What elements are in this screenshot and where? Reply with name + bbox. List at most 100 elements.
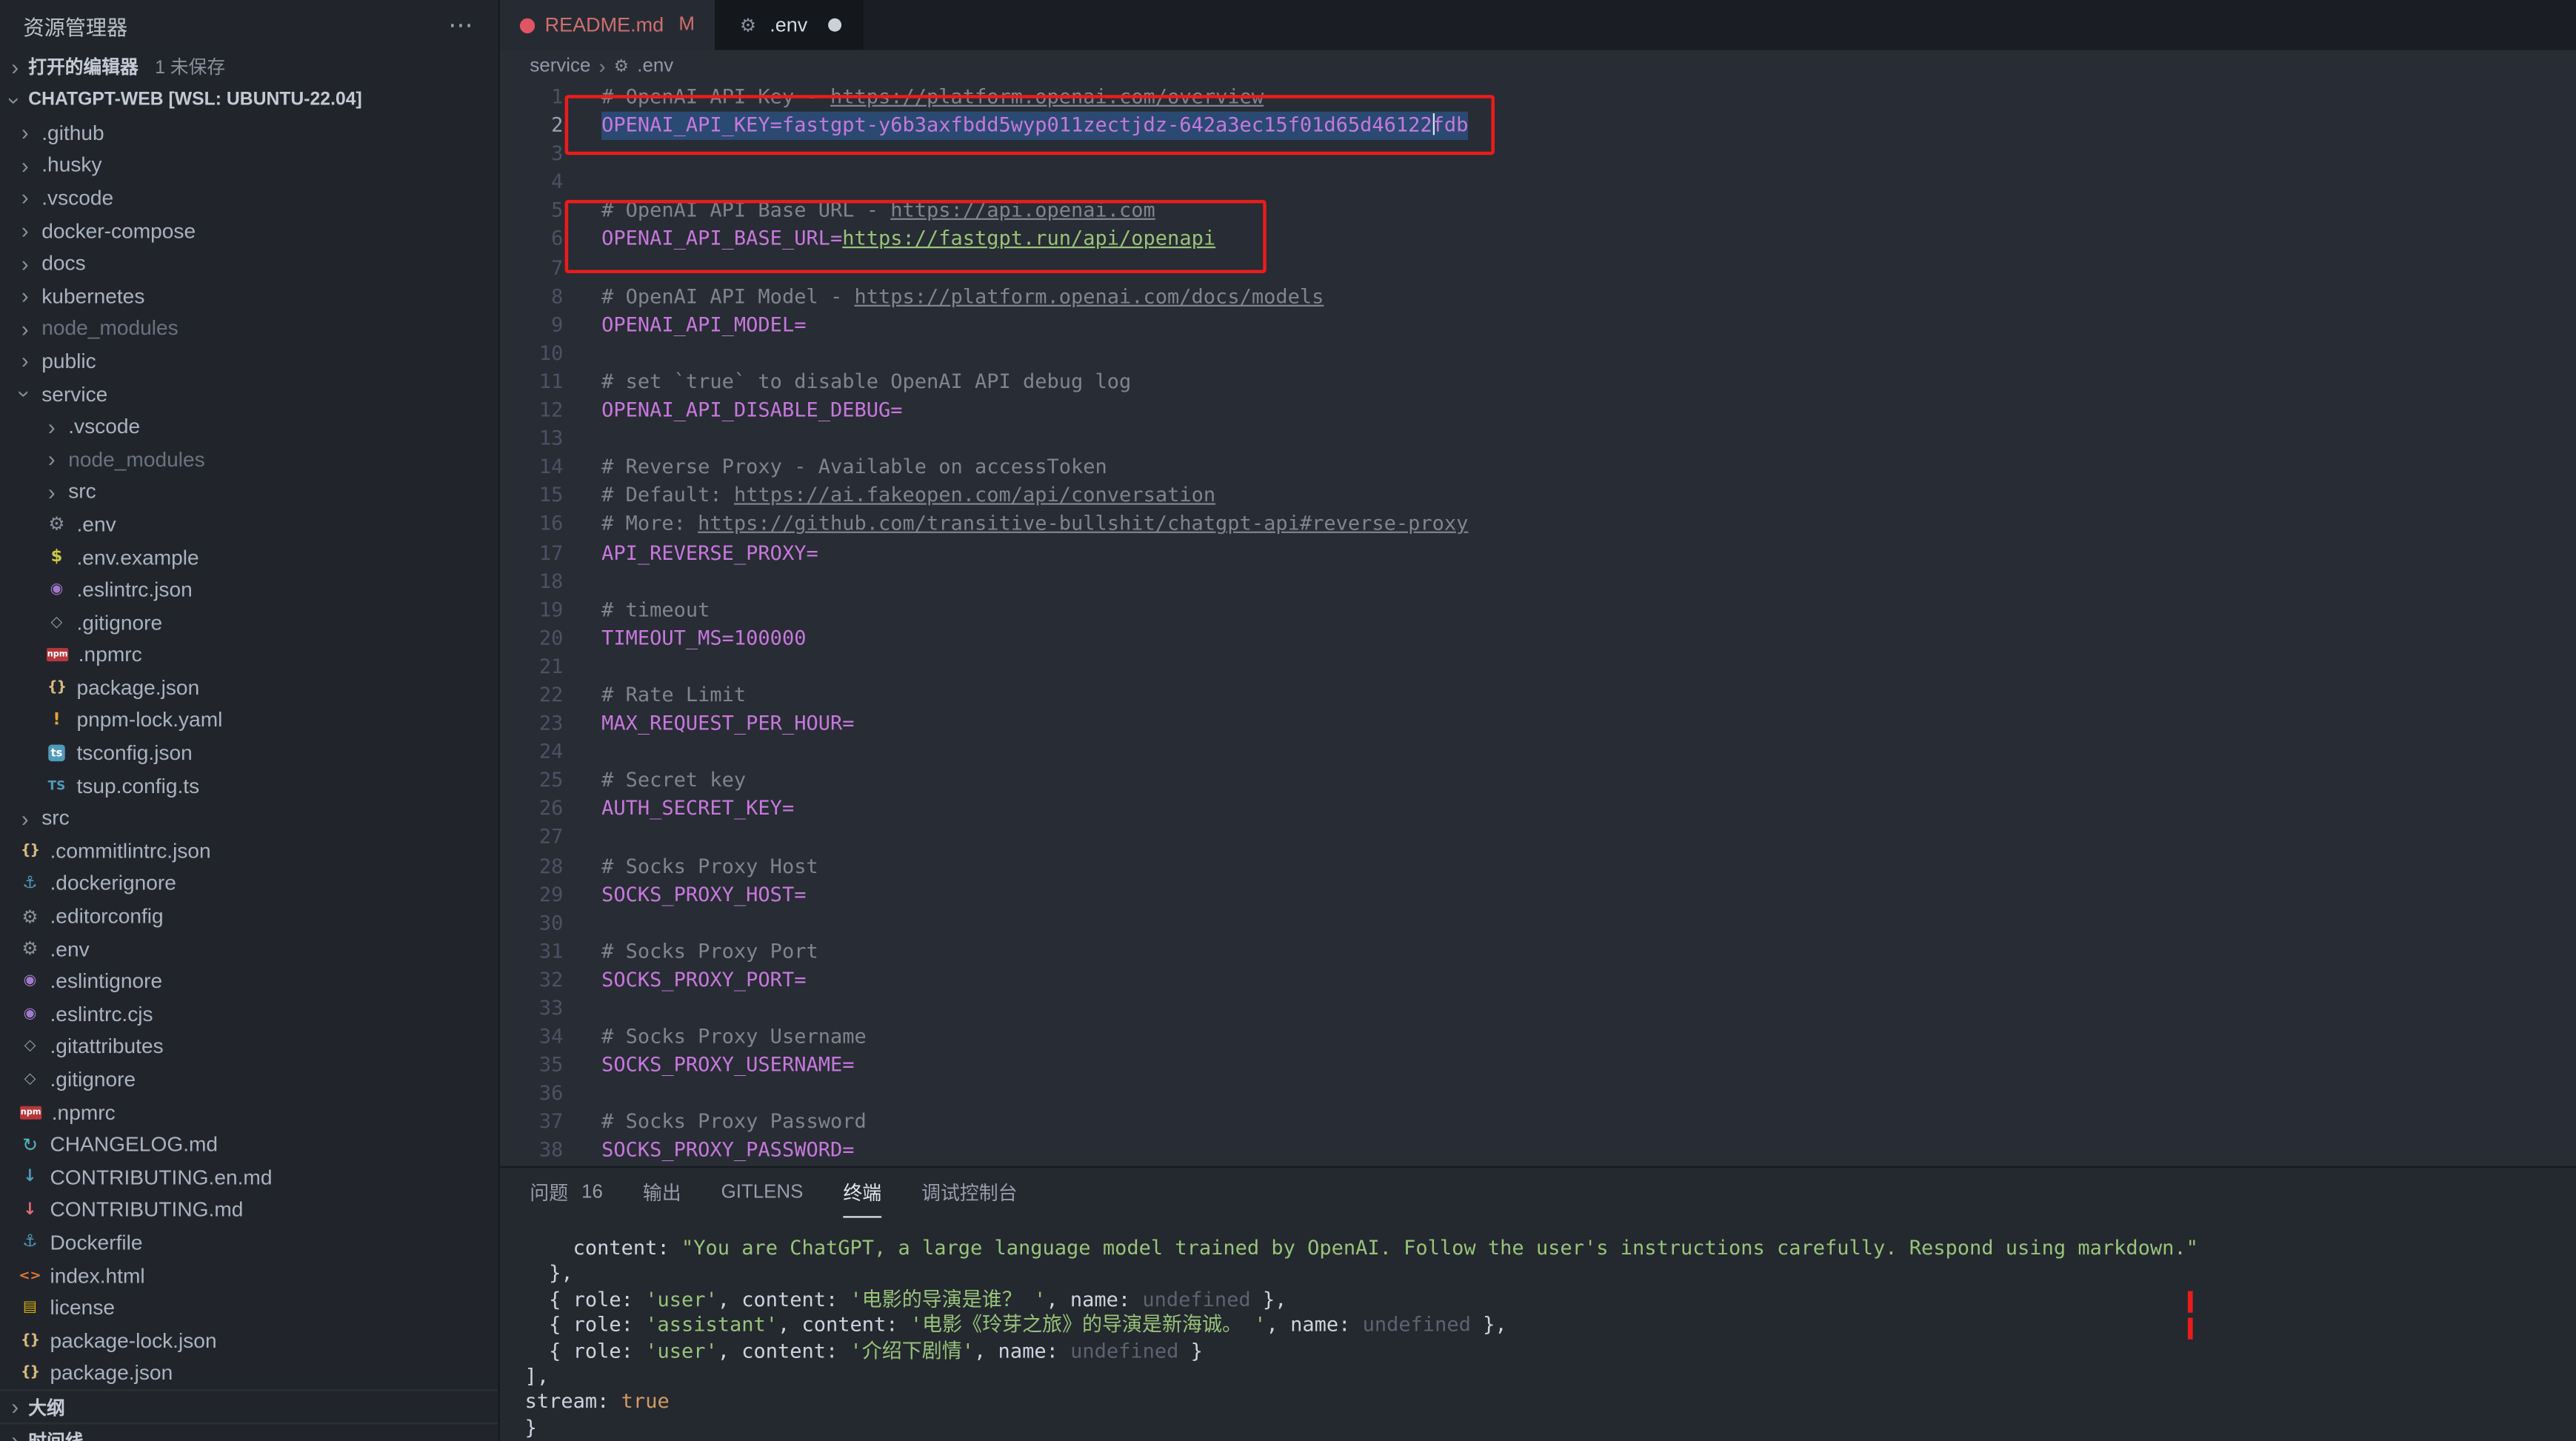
tree-file-.npmrc[interactable]: npm.npmrc bbox=[0, 639, 498, 672]
tree-file-.eslintrc.cjs[interactable]: ◉.eslintrc.cjs bbox=[0, 998, 498, 1031]
code-line-10[interactable]: 10 bbox=[500, 340, 2576, 368]
tree-file-tsup.config.ts[interactable]: TStsup.config.ts bbox=[0, 769, 498, 802]
panel-tab-gitlens[interactable]: GITLENS bbox=[721, 1168, 804, 1217]
file-label: .eslintrc.cjs bbox=[50, 1003, 153, 1026]
open-editors-header[interactable]: › 打开的编辑器 1 未保存 bbox=[0, 50, 498, 83]
breadcrumb-file[interactable]: .env bbox=[637, 56, 673, 76]
code-line-24[interactable]: 24 bbox=[500, 738, 2576, 766]
tree-folder-docker-compose[interactable]: ›docker-compose bbox=[0, 215, 498, 247]
tree-file-pnpm-lock.yaml[interactable]: !pnpm-lock.yaml bbox=[0, 704, 498, 737]
code-line-8[interactable]: 8# OpenAI API Model - https://platform.o… bbox=[500, 283, 2576, 311]
code-line-6[interactable]: 6OPENAI_API_BASE_URL=https://fastgpt.run… bbox=[500, 226, 2576, 254]
tree-file-index.html[interactable]: <>index.html bbox=[0, 1259, 498, 1291]
code-line-23[interactable]: 23MAX_REQUEST_PER_HOUR= bbox=[500, 710, 2576, 738]
code-line-4[interactable]: 4 bbox=[500, 169, 2576, 197]
tree-file-.eslintrc.json[interactable]: ◉.eslintrc.json bbox=[0, 574, 498, 606]
tree-folder-docs[interactable]: ›docs bbox=[0, 247, 498, 280]
code-line-32[interactable]: 32SOCKS_PROXY_PORT= bbox=[500, 966, 2576, 994]
code-line-37[interactable]: 37# Socks Proxy Password bbox=[500, 1109, 2576, 1137]
tree-folder-node_modules[interactable]: ›node_modules bbox=[0, 312, 498, 345]
terminal-token: }, bbox=[525, 1262, 573, 1285]
code-line-22[interactable]: 22# Rate Limit bbox=[500, 681, 2576, 709]
breadcrumb-folder[interactable]: service bbox=[530, 56, 590, 76]
timeline-section-header[interactable]: › 时间线 bbox=[0, 1423, 498, 1441]
tree-file-Dockerfile[interactable]: ⚓Dockerfile bbox=[0, 1226, 498, 1259]
code-line-29[interactable]: 29SOCKS_PROXY_HOST= bbox=[500, 880, 2576, 909]
tree-file-CONTRIBUTING.en.md[interactable]: ↓CONTRIBUTING.en.md bbox=[0, 1161, 498, 1194]
code-line-13[interactable]: 13 bbox=[500, 425, 2576, 453]
code-line-15[interactable]: 15# Default: https://ai.fakeopen.com/api… bbox=[500, 482, 2576, 510]
tree-file-.eslintignore[interactable]: ◉.eslintignore bbox=[0, 966, 498, 998]
code-line-36[interactable]: 36 bbox=[500, 1080, 2576, 1108]
tree-folder-.github[interactable]: ›.github bbox=[0, 116, 498, 149]
tree-folder-public[interactable]: ›public bbox=[0, 345, 498, 378]
project-root-header[interactable]: › CHATGPT-WEB [WSL: UBUNTU-22.04] bbox=[0, 83, 498, 116]
tree-file-.gitignore[interactable]: ◇.gitignore bbox=[0, 606, 498, 639]
terminal-token: } bbox=[525, 1416, 537, 1439]
code-line-26[interactable]: 26AUTH_SECRET_KEY= bbox=[500, 795, 2576, 823]
tree-file-.editorconfig[interactable]: ⚙.editorconfig bbox=[0, 900, 498, 932]
tree-file-.gitattributes[interactable]: ◇.gitattributes bbox=[0, 1031, 498, 1063]
code-token: # Socks Proxy Username bbox=[601, 1025, 867, 1048]
code-line-1[interactable]: 1# OpenAI API Key - https://platform.ope… bbox=[500, 83, 2576, 111]
outline-section-header[interactable]: › 大纲 bbox=[0, 1390, 498, 1423]
code-line-25[interactable]: 25# Secret key bbox=[500, 766, 2576, 795]
tree-file-license[interactable]: ▤license bbox=[0, 1291, 498, 1324]
code-line-31[interactable]: 31# Socks Proxy Port bbox=[500, 937, 2576, 966]
code-line-28[interactable]: 28# Socks Proxy Host bbox=[500, 852, 2576, 880]
code-line-3[interactable]: 3 bbox=[500, 140, 2576, 168]
tree-folder-kubernetes[interactable]: ›kubernetes bbox=[0, 280, 498, 312]
tree-file-.commitlintrc.json[interactable]: {}.commitlintrc.json bbox=[0, 835, 498, 867]
terminal[interactable]: content: "You are ChatGPT, a large langu… bbox=[500, 1218, 2576, 1441]
more-actions-icon[interactable]: ⋯ bbox=[448, 10, 475, 39]
tree-file-package.json[interactable]: {}package.json bbox=[0, 1357, 498, 1390]
tree-file-package.json[interactable]: {}package.json bbox=[0, 672, 498, 704]
code-line-2[interactable]: 2OPENAI_API_KEY=fastgpt-y6b3axfbdd5wyp01… bbox=[500, 112, 2576, 140]
tree-folder-.vscode[interactable]: ›.vscode bbox=[0, 410, 498, 443]
panel-tab-terminal[interactable]: 终端 bbox=[843, 1168, 881, 1217]
code-line-17[interactable]: 17API_REVERSE_PROXY= bbox=[500, 539, 2576, 567]
unsaved-dot-icon[interactable] bbox=[827, 19, 841, 32]
tree-file-CONTRIBUTING.md[interactable]: ↓CONTRIBUTING.md bbox=[0, 1194, 498, 1226]
tree-file-package-lock.json[interactable]: {}package-lock.json bbox=[0, 1324, 498, 1357]
code-line-20[interactable]: 20TIMEOUT_MS=100000 bbox=[500, 624, 2576, 652]
panel-tab-output[interactable]: 输出 bbox=[643, 1168, 681, 1217]
code-line-7[interactable]: 7 bbox=[500, 254, 2576, 282]
code-line-35[interactable]: 35SOCKS_PROXY_USERNAME= bbox=[500, 1052, 2576, 1080]
tree-folder-.husky[interactable]: ›.husky bbox=[0, 150, 498, 182]
tree-folder-node_modules[interactable]: ›node_modules bbox=[0, 443, 498, 475]
terminal-token: '电影的导演是谁？ ' bbox=[850, 1288, 1047, 1311]
panel-tab-problems[interactable]: 问题 16 bbox=[530, 1168, 603, 1217]
tab-env[interactable]: ⚙ .env bbox=[716, 0, 862, 50]
tab-readme[interactable]: README.md M bbox=[500, 0, 716, 50]
tree-file-.gitignore[interactable]: ◇.gitignore bbox=[0, 1063, 498, 1096]
code-line-18[interactable]: 18 bbox=[500, 567, 2576, 595]
tree-folder-src[interactable]: ›src bbox=[0, 475, 498, 508]
code-line-34[interactable]: 34# Socks Proxy Username bbox=[500, 1023, 2576, 1052]
tree-file-CHANGELOG.md[interactable]: ↻CHANGELOG.md bbox=[0, 1129, 498, 1161]
tree-file-tsconfig.json[interactable]: tstsconfig.json bbox=[0, 737, 498, 769]
code-content: # Socks Proxy Password bbox=[601, 1109, 867, 1137]
code-line-27[interactable]: 27 bbox=[500, 823, 2576, 852]
code-line-38[interactable]: 38SOCKS_PROXY_PASSWORD= bbox=[500, 1137, 2576, 1165]
code-line-11[interactable]: 11# set `true` to disable OpenAI API deb… bbox=[500, 368, 2576, 396]
code-line-12[interactable]: 12OPENAI_API_DISABLE_DEBUG= bbox=[500, 396, 2576, 424]
tree-folder-service[interactable]: ›service bbox=[0, 378, 498, 410]
code-line-5[interactable]: 5# OpenAI API Base URL - https://api.ope… bbox=[500, 197, 2576, 225]
code-line-14[interactable]: 14# Reverse Proxy - Available on accessT… bbox=[500, 453, 2576, 481]
tree-file-.env.example[interactable]: $.env.example bbox=[0, 541, 498, 574]
tree-file-.env[interactable]: ⚙.env bbox=[0, 508, 498, 541]
code-line-33[interactable]: 33 bbox=[500, 994, 2576, 1023]
code-editor[interactable]: 1# OpenAI API Key - https://platform.ope… bbox=[500, 83, 2576, 1166]
tree-folder-src[interactable]: ›src bbox=[0, 802, 498, 835]
code-line-19[interactable]: 19# timeout bbox=[500, 596, 2576, 624]
code-line-30[interactable]: 30 bbox=[500, 909, 2576, 937]
tree-file-.npmrc[interactable]: npm.npmrc bbox=[0, 1096, 498, 1129]
tree-file-.dockerignore[interactable]: ⚓.dockerignore bbox=[0, 867, 498, 900]
code-line-9[interactable]: 9OPENAI_API_MODEL= bbox=[500, 311, 2576, 339]
code-line-16[interactable]: 16# More: https://github.com/transitive-… bbox=[500, 510, 2576, 538]
code-line-21[interactable]: 21 bbox=[500, 653, 2576, 681]
tree-folder-.vscode[interactable]: ›.vscode bbox=[0, 182, 498, 215]
panel-tab-debug-console[interactable]: 调试控制台 bbox=[921, 1168, 1017, 1217]
tree-file-.env[interactable]: ⚙.env bbox=[0, 932, 498, 965]
